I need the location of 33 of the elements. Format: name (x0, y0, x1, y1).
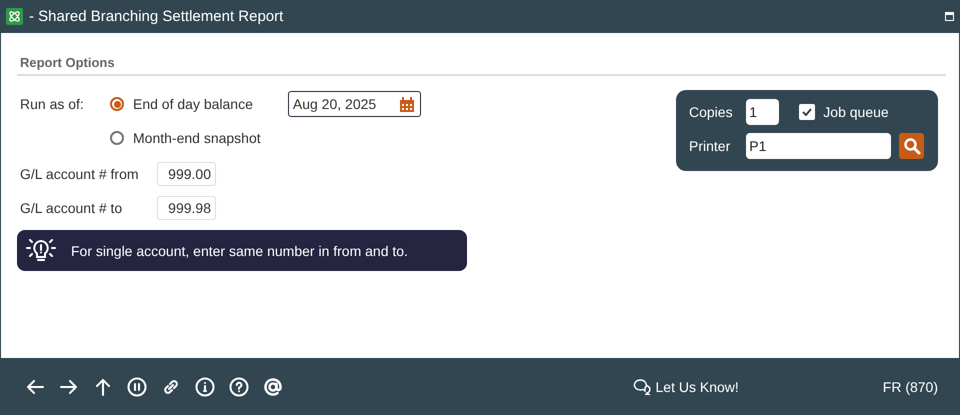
account-label: G/L account # from (20, 166, 140, 182)
printer-field[interactable]: P1 (746, 133, 892, 159)
checkmark-icon (802, 108, 812, 116)
radio-button[interactable] (110, 97, 124, 111)
search-button[interactable] (899, 133, 924, 159)
date-value: Aug 20, 2025 (292, 96, 376, 112)
copies-field[interactable]: 1 (746, 99, 780, 125)
calendar-icon[interactable] (400, 96, 414, 112)
info-icon[interactable] (194, 376, 216, 398)
app-logo-icon (6, 8, 23, 25)
chat-bubbles-icon (632, 378, 652, 394)
date-field[interactable]: Aug 20, 2025 (288, 91, 421, 117)
feedback-link[interactable]: Let Us Know! (656, 378, 739, 394)
user-code: FR (870) (882, 378, 938, 394)
account-field[interactable]: 999.00 (157, 162, 216, 186)
maximize-icon[interactable] (945, 12, 954, 21)
run-as-of-label: Run as of: (20, 96, 85, 112)
checkbox-label: Job queue (823, 104, 889, 120)
tip-text: For single account, enter same number in from and to. (71, 242, 408, 258)
copies-label: Copies (689, 104, 734, 120)
at-sign-icon[interactable] (262, 376, 284, 398)
pause-icon[interactable] (126, 376, 148, 398)
printer-label: Printer (689, 138, 732, 154)
account-field[interactable]: 999.98 (157, 196, 216, 220)
window-title: - Shared Branching Settlement Report (29, 8, 284, 25)
search-icon (902, 137, 921, 155)
help-icon[interactable] (228, 376, 250, 398)
radio-label: End of day balance (133, 96, 253, 112)
radio-label: Month-end snapshot (133, 130, 261, 146)
radio-button[interactable] (110, 131, 124, 145)
checkbox[interactable] (799, 104, 816, 120)
section-title: Report Options (17, 55, 946, 76)
account-label: G/L account # to (20, 200, 124, 216)
